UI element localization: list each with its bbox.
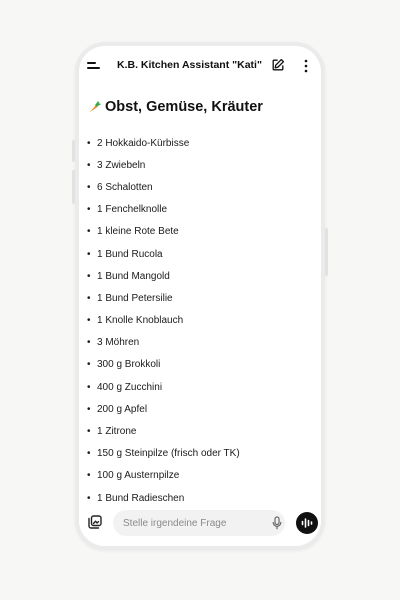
list-item: • 150 g Steinpilze (frisch oder TK) [87,448,240,460]
list-item: • 300 g Brokkoli [87,359,161,371]
list-item: • 100 g Austernpilze [87,470,180,482]
list-item: • 1 Bund Petersilie [87,292,173,304]
voice-mode-icon [301,518,313,528]
section-heading: Obst, Gemüse, Kräuter [87,99,263,115]
list-item-text: 200 g Apfel [97,403,148,415]
list-item-text: 1 Fenchelknolle [97,204,168,216]
phone-frame: K.B. Kitchen Assistant "Kati" Obst, Gemü… [72,42,328,550]
list-item: • 200 g Apfel [87,403,148,415]
list-item: • 1 Knolle Knoblauch [87,315,184,327]
attachment-icon[interactable] [87,514,103,530]
phone-side-button [72,170,75,204]
list-item-text: 6 Schalotten [97,181,153,193]
microphone-icon[interactable] [272,516,282,530]
list-item: • 6 Schalotten [87,181,153,193]
list-item-text: 1 Bund Mangold [97,270,170,282]
list-item: • 1 Bund Mangold [87,270,170,282]
list-item-text: 400 g Zucchini [97,381,163,393]
list-item: • 2 Hokkaido-Kürbisse [87,137,190,149]
hamburger-menu-icon[interactable] [87,60,101,72]
list-item: • 1 Fenchelknolle [87,204,168,216]
list-item-text: 100 g Austernpilze [97,470,180,482]
prompt-input[interactable] [123,510,263,536]
app-screen: K.B. Kitchen Assistant "Kati" Obst, Gemü… [79,46,321,546]
list-item: • 1 kleine Rote Bete [87,226,179,238]
list-item: • 1 Bund Rucola [87,248,163,260]
carrot-icon [89,101,101,113]
list-item-text: 1 Bund Petersilie [97,292,173,304]
list-item: • 3 Möhren [87,337,140,349]
list-item-text: 1 kleine Rote Bete [97,226,179,238]
prompt-input-container[interactable] [113,510,285,536]
list-item-text: 1 Zitrone [97,426,137,438]
kebab-more-icon[interactable] [303,58,309,74]
new-chat-pencil-icon[interactable] [271,58,285,72]
list-item-text: 150 g Steinpilze (frisch oder TK) [97,448,240,460]
voice-mode-button[interactable] [296,512,318,534]
app-header: K.B. Kitchen Assistant "Kati" [79,46,321,86]
list-item-text: 2 Hokkaido-Kürbisse [97,137,190,149]
chat-title[interactable]: K.B. Kitchen Assistant "Kati" [117,59,262,71]
list-item: • 1 Zitrone [87,426,137,438]
phone-side-button [325,228,328,276]
list-item-text: 1 Bund Rucola [97,248,163,260]
composer-bar [79,502,321,546]
list-item-text: 1 Knolle Knoblauch [97,315,184,327]
section-heading-text: Obst, Gemüse, Kräuter [105,99,263,115]
list-item-text: 3 Zwiebeln [97,159,146,171]
phone-side-button [72,140,75,162]
list-item: • 3 Zwiebeln [87,159,146,171]
list-item: • 400 g Zucchini [87,381,163,393]
ingredient-list: • 2 Hokkaido-Kürbisse • 3 Zwiebeln • 6 Scha… [87,132,315,509]
list-item-text: 300 g Brokkoli [97,359,161,371]
list-item-text: 3 Möhren [97,337,140,349]
